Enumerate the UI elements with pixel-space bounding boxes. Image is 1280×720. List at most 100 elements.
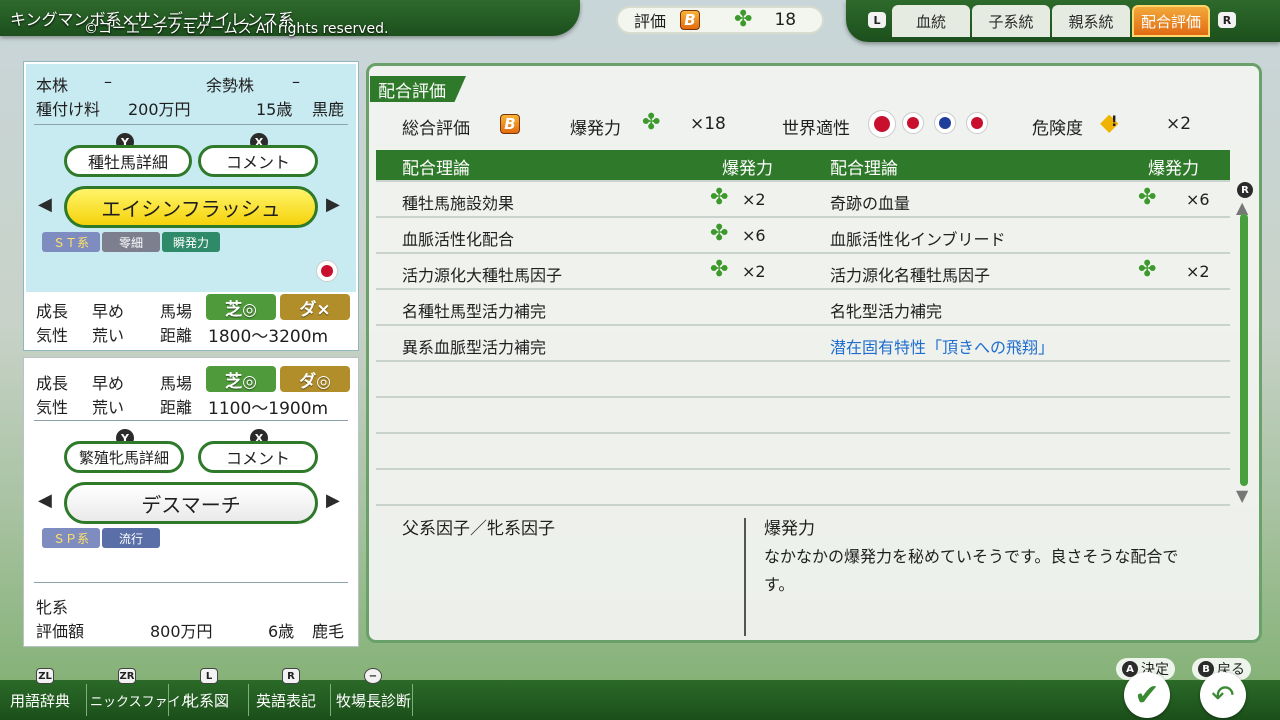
dam-distance-label: 距離 [160,398,193,417]
sire-comment-button[interactable]: コメント [198,145,318,177]
sire-fee-value: 200万円 [128,100,191,119]
theory-row-right: 名牝型活力補完 [830,302,943,321]
checkmark-icon: ✔ [1134,677,1160,713]
zl-button-icon: ZL [36,668,54,684]
next-sire-arrow-icon[interactable]: ▶ [326,194,340,215]
sire-distance-label: 距離 [160,326,193,345]
theory-mult-left: ×2 [742,190,766,209]
sire-temper-value: 荒い [92,326,125,345]
copyright-notice: ©コーエーテクモゲームス All rights reserved. [84,21,389,37]
sire-name-selector[interactable]: エイシンフラッシュ [64,186,318,228]
theory-mult-right: ×6 [1186,190,1210,209]
description-line: なかなかの爆発力を秘めていそうです。良さそうな配合で [764,547,1179,566]
dam-turf-badge: 芝◎ [206,366,276,392]
section-title: 配合評価 [370,76,466,102]
danger-value: ×2 [1166,114,1192,134]
dam-name-selector[interactable]: デスマーチ [64,482,318,524]
japan-flag-icon [868,110,896,138]
back-button[interactable]: ↶ [1200,672,1246,718]
divider [330,684,331,716]
sire-age: 15歳 [256,100,293,119]
dam-coat: 鹿毛 [312,622,345,641]
theory-row-left: 種牡馬施設効果 [402,194,515,213]
sire-line-label: 本株 [36,76,69,95]
dam-trend-tag: 流行 [102,528,160,548]
dam-detail-button[interactable]: 繁殖牝馬詳細 [64,441,184,473]
description-line: す。 [764,575,795,594]
sire-fee-label: 種付け料 [36,100,101,119]
theory-row-left: 血脈活性化配合 [402,230,515,249]
theory-mult-left: ×6 [742,226,766,245]
nicks-file-button[interactable]: ニックスファイル [90,686,194,714]
family-tree-button[interactable]: 牝系図 [184,686,229,714]
sire-turf-badge: 芝◎ [206,294,276,320]
sire-line-tag: ＳＴ系 [42,232,100,252]
overall-grade-icon: B [500,114,520,134]
clover-icon: ✤ [710,185,729,210]
ranch-diagnosis-button[interactable]: 牧場長診断 [336,686,411,714]
divider [86,684,87,716]
dam-comment-button[interactable]: コメント [198,441,318,473]
japan-flag-icon [966,112,988,134]
dam-value-label: 評価額 [36,622,85,641]
theory-row-left: 異系血脈型活力補完 [402,338,547,357]
divider [412,684,413,716]
divider [34,582,348,583]
sire-trait-tag: 瞬発力 [162,232,220,252]
sire-dirt-badge: ダ× [280,294,350,320]
world-aptitude-label: 世界適性 [782,119,850,139]
dam-growth-label: 成長 [36,374,69,393]
tab-parent-line[interactable]: 親系統 [1052,5,1130,37]
tab-child-line[interactable]: 子系統 [972,5,1050,37]
dam-temper-label: 気性 [36,398,69,417]
factor-label: 父系因子／牝系因子 [402,519,555,539]
rating-summary: 評価 B ✤ 18 [616,6,824,34]
prev-sire-arrow-icon[interactable]: ◀ [38,194,52,215]
rating-count: 18 [774,10,797,30]
theory-row-left: 名種牡馬型活力補完 [402,302,547,321]
divider [376,432,1230,434]
next-dam-arrow-icon[interactable]: ▶ [326,490,340,511]
rating-label: 評価 [634,12,667,31]
dam-track-label: 馬場 [160,374,193,393]
tab-breeding-evaluation[interactable]: 配合評価 [1132,5,1210,37]
english-notation-button[interactable]: 英語表記 [256,686,316,714]
warning-mark: ! [1111,114,1118,130]
r-stick-icon: R [1237,182,1253,198]
theory-mult-right: ×2 [1186,262,1210,281]
r-button-icon: R [282,668,300,684]
confirm-button[interactable]: ✔ [1124,672,1170,718]
sire-line-value: – [104,72,112,91]
theory-mult-left: ×2 [742,262,766,281]
clover-icon: ✤ [734,7,753,32]
divider [376,396,1230,398]
divider [376,216,1230,218]
sire-temper-label: 気性 [36,326,69,345]
scroll-down-icon[interactable]: ▼ [1236,486,1248,505]
sire-coat: 黒鹿 [312,100,345,119]
divider [376,180,1230,182]
theory-table-header: 配合理論 爆発力 配合理論 爆発力 [376,150,1230,180]
col-theory-left: 配合理論 [402,159,470,179]
dam-value: 800万円 [150,622,213,641]
col-theory-right: 配合理論 [830,159,898,179]
divider [376,468,1230,470]
prev-dam-arrow-icon[interactable]: ◀ [38,490,52,511]
divider [376,504,1230,506]
scrollbar-thumb[interactable] [1240,214,1248,486]
description-title: 爆発力 [764,519,815,539]
glossary-button[interactable]: 用語辞典 [10,686,70,714]
latent-trait-link[interactable]: 潜在固有特性「頂きへの飛翔」 [830,334,1054,358]
sire-track-label: 馬場 [160,302,193,321]
theory-row-right: 活力源化名種牡馬因子 [830,266,991,285]
l-button-icon: L [868,12,886,28]
clover-icon: ✤ [1138,185,1157,210]
clover-icon: ✤ [710,257,729,282]
theory-row-left: 活力源化大種牡馬因子 [402,266,563,285]
tab-bar: L 血統 子系統 親系統 配合評価 R [846,0,1280,42]
clover-icon: ✤ [642,110,661,135]
dam-dirt-badge: ダ◎ [280,366,350,392]
sire-detail-button[interactable]: 種牡馬詳細 [64,145,192,177]
tab-pedigree[interactable]: 血統 [892,5,970,37]
divider [744,518,746,636]
